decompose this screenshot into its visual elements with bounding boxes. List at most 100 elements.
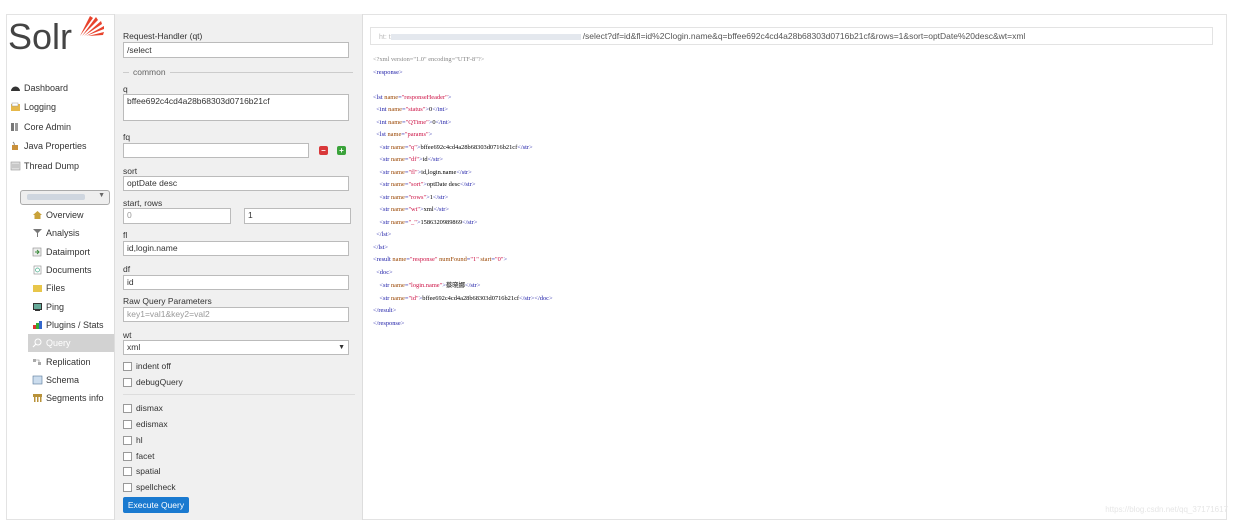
fq-input[interactable] <box>123 143 309 158</box>
replication-icon <box>33 358 41 365</box>
nav-dashboard[interactable]: Dashboard <box>10 78 110 98</box>
chevron-down-icon: ▼ <box>98 192 105 199</box>
core-nav-label: Segments info <box>46 393 104 404</box>
xml-q-value: bffee692c4cd4a28b68303d0716b21cf <box>420 143 518 151</box>
core-nav-label: Analysis <box>46 228 80 239</box>
edismax-checkbox[interactable]: edismax <box>123 419 168 429</box>
fl-label: fl <box>123 230 128 240</box>
xml-start-value: 0 <box>497 256 501 263</box>
wt-selected-value: xml <box>127 342 141 352</box>
checkbox-box <box>123 419 132 429</box>
query-icon <box>32 338 42 348</box>
thread-dump-icon <box>10 161 21 171</box>
main-nav: Dashboard Logging Core Admin Java Proper… <box>10 78 110 176</box>
indent-checkbox[interactable]: indent off <box>123 361 171 371</box>
checkbox-label: spellcheck <box>136 482 176 492</box>
solr-logo[interactable]: Solr <box>8 16 72 58</box>
nav-core-admin[interactable]: Core Admin <box>10 117 110 137</box>
remove-fq-button[interactable]: – <box>319 146 328 155</box>
ping-icon <box>33 302 42 311</box>
spellcheck-checkbox[interactable]: spellcheck <box>123 482 176 492</box>
nav-label: Thread Dump <box>24 160 80 171</box>
chevron-down-icon: ▼ <box>338 344 345 351</box>
core-nav-dataimport[interactable]: Dataimport <box>28 243 118 261</box>
start-input[interactable]: 0 <box>123 208 231 224</box>
wt-select[interactable]: xml ▼ <box>123 340 349 355</box>
nav-java-properties[interactable]: Java Properties <box>10 137 110 157</box>
checkbox-label: debugQuery <box>136 377 183 387</box>
core-nav-query[interactable]: Query <box>28 334 118 353</box>
sort-input[interactable]: optDate desc <box>123 176 349 191</box>
nav-label: Logging <box>24 102 57 113</box>
core-nav-documents[interactable]: Documents <box>28 261 118 279</box>
raw-query-label: Raw Query Parameters <box>123 296 212 306</box>
core-nav-overview[interactable]: Overview <box>28 206 118 224</box>
hl-checkbox[interactable]: hl <box>123 435 143 445</box>
xml-doc-id-value: bffee692c4cd4a28b68303d0716b21cf <box>422 294 520 302</box>
watermark: https://blog.csdn.net/qq_37171617 <box>1105 505 1228 514</box>
core-nav-label: Files <box>46 283 66 294</box>
debugquery-checkbox[interactable]: debugQuery <box>123 377 183 387</box>
core-nav-label: Documents <box>46 265 92 276</box>
core-name-blurred <box>27 194 85 200</box>
execute-query-button[interactable]: Execute Query <box>123 497 189 513</box>
checkbox-box <box>123 403 132 413</box>
core-nav-ping[interactable]: Ping <box>28 297 118 315</box>
core-nav-files[interactable]: Files <box>28 279 118 297</box>
checkbox-label: facet <box>136 451 155 461</box>
nav-logging[interactable]: Logging <box>10 98 110 118</box>
core-nav-label: Plugins / Stats <box>46 319 104 330</box>
checkbox-label: dismax <box>136 403 163 413</box>
core-nav-label: Query <box>46 338 71 349</box>
response-xml: <?xml version="1.0" encoding="UTF-8"?> <… <box>373 56 553 327</box>
core-nav-label: Dataimport <box>46 246 91 257</box>
core-selector[interactable]: ▼ <box>20 190 110 205</box>
nav-label: Dashboard <box>24 82 69 93</box>
url-host-blurred <box>390 33 581 40</box>
logging-icon <box>11 103 20 112</box>
checkbox-box <box>123 466 132 476</box>
divider <box>123 394 355 395</box>
core-admin-icon <box>11 122 18 131</box>
checkbox-box <box>123 361 132 371</box>
plugins-icon <box>33 320 42 329</box>
url-path: /select?df=id&fl=id%2Clogin.name&q=bffee… <box>582 31 1026 41</box>
checkbox-box <box>123 451 132 461</box>
dataimport-icon <box>32 247 42 257</box>
nav-label: Core Admin <box>24 121 72 132</box>
core-nav: Overview Analysis Dataimport Documents F… <box>28 206 118 407</box>
schema-icon <box>32 375 43 385</box>
core-nav-replication[interactable]: Replication <box>28 352 118 370</box>
request-url-link[interactable]: ht: t/select?df=id&fl=id%2Clogin.name&q=… <box>370 27 1213 45</box>
wt-label: wt <box>123 330 132 340</box>
raw-query-input[interactable]: key1=val1&key2=val2 <box>123 307 349 322</box>
xml-timestamp-value: 1586320989869 <box>420 218 463 226</box>
xml-sort-value: optDate desc <box>426 181 461 188</box>
start-rows-label: start, rows <box>123 198 163 208</box>
add-fq-button[interactable]: + <box>337 146 346 155</box>
checkbox-label: edismax <box>136 419 168 429</box>
dashboard-icon <box>11 86 20 91</box>
files-icon <box>33 285 42 293</box>
core-nav-plugins-stats[interactable]: Plugins / Stats <box>28 316 118 334</box>
df-input[interactable]: id <box>123 275 349 290</box>
spatial-checkbox[interactable]: spatial <box>123 466 161 476</box>
core-nav-schema[interactable]: Schema <box>28 371 118 389</box>
q-label: q <box>123 84 128 94</box>
q-textarea[interactable]: bffee692c4cd4a28b68303d0716b21cf <box>123 94 349 121</box>
core-nav-analysis[interactable]: Analysis <box>28 224 118 242</box>
request-handler-input[interactable]: /select <box>123 42 349 58</box>
checkbox-label: spatial <box>136 466 161 476</box>
nav-thread-dump[interactable]: Thread Dump <box>10 156 110 176</box>
rows-input[interactable]: 1 <box>244 208 351 224</box>
fq-label: fq <box>123 132 131 142</box>
dismax-checkbox[interactable]: dismax <box>123 403 163 413</box>
checkbox-box <box>123 377 132 387</box>
fl-input[interactable]: id,login.name <box>123 241 349 256</box>
facet-checkbox[interactable]: facet <box>123 451 154 461</box>
documents-icon <box>33 265 42 275</box>
checkbox-box <box>123 482 132 492</box>
core-nav-label: Overview <box>46 210 84 221</box>
core-nav-segments-info[interactable]: Segments info <box>28 389 118 407</box>
xml-numfound-value: 1 <box>472 256 477 263</box>
